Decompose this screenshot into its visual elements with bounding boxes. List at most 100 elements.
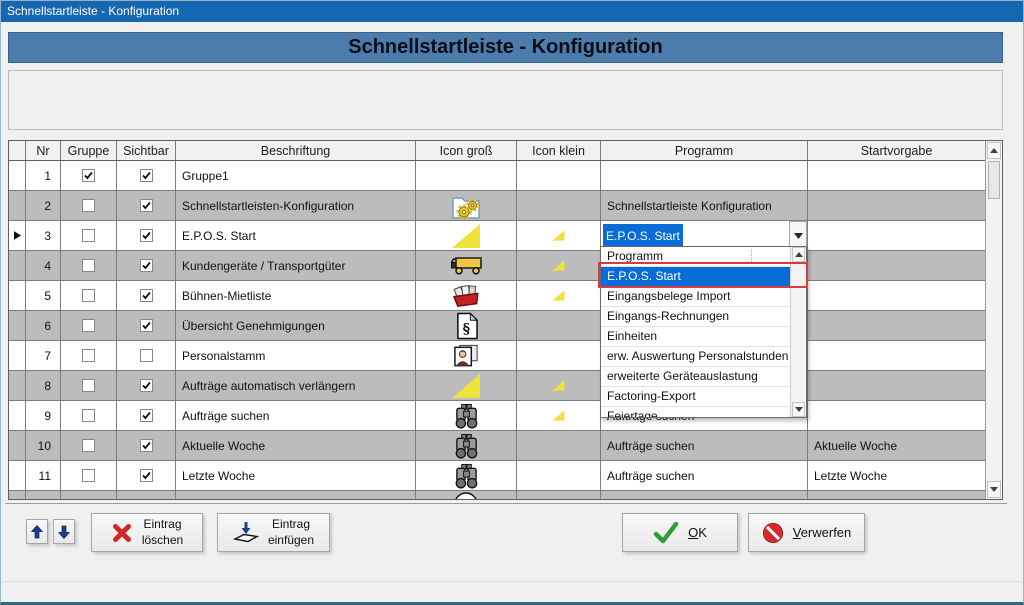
cell-icon-gross[interactable] (416, 251, 517, 280)
dropdown-item[interactable]: Feiertage (601, 406, 790, 417)
cell-icon-gross[interactable] (416, 281, 517, 310)
discard-button[interactable]: Verwerfen (748, 513, 865, 552)
sichtbar-checkbox[interactable] (140, 169, 153, 182)
column-header[interactable]: Nr (26, 141, 61, 160)
cell-startvorgabe[interactable] (808, 161, 985, 190)
table-row[interactable]: 10Aktuelle WocheAufträge suchenAktuelle … (9, 431, 985, 461)
row-selector[interactable] (9, 461, 26, 490)
cell-beschriftung[interactable]: Personalstamm (176, 341, 416, 370)
delete-entry-button[interactable]: Eintraglöschen (91, 513, 203, 552)
cell-beschriftung[interactable]: Gruppe1 (176, 161, 416, 190)
gruppe-checkbox[interactable] (82, 469, 95, 482)
table-scrollbar[interactable] (985, 141, 1002, 499)
cell-icon-gross[interactable] (416, 461, 517, 490)
cell-icon-gross[interactable] (416, 191, 517, 220)
cell-icon-klein[interactable] (517, 371, 601, 400)
cell-beschriftung[interactable]: Aufträge automatisch verlängern (176, 371, 416, 400)
row-selector[interactable] (9, 221, 26, 250)
dropdown-item[interactable]: Eingangs-Rechnungen (601, 306, 790, 326)
table-row[interactable]: 6Übersicht Genehmigungen§ (9, 311, 985, 341)
cell-icon-klein[interactable] (517, 401, 601, 430)
cell-beschriftung[interactable]: Letzte Woche (176, 461, 416, 490)
column-header[interactable]: Icon groß (416, 141, 517, 160)
dropdown-item[interactable]: Eingangsbelege Import (601, 286, 790, 306)
gruppe-checkbox[interactable] (82, 439, 95, 452)
dropdown-item[interactable]: erw. Auswertung Personalstunden (601, 346, 790, 366)
gruppe-checkbox[interactable] (82, 289, 95, 302)
sichtbar-checkbox[interactable] (140, 199, 153, 212)
column-header[interactable]: Programm (601, 141, 808, 160)
sichtbar-checkbox[interactable] (140, 259, 153, 272)
cell-startvorgabe[interactable] (808, 281, 985, 310)
cell-startvorgabe[interactable] (808, 311, 985, 340)
cell-beschriftung[interactable]: Aktuelle Woche (176, 431, 416, 460)
column-header[interactable]: Icon klein (517, 141, 601, 160)
cell-startvorgabe[interactable] (808, 341, 985, 370)
row-selector[interactable] (9, 341, 26, 370)
row-selector[interactable] (9, 371, 26, 400)
cell-icon-gross[interactable] (416, 371, 517, 400)
dropdown-item[interactable]: Programm (601, 247, 790, 266)
gruppe-checkbox[interactable] (82, 259, 95, 272)
cell-icon-gross[interactable] (416, 221, 517, 250)
cell-beschriftung[interactable]: Kundengeräte / Transportgüter (176, 251, 416, 280)
ok-button[interactable]: OK (622, 513, 738, 552)
move-up-button[interactable] (26, 519, 48, 544)
dropdown-scroll-up-button[interactable] (792, 247, 805, 262)
cell-beschriftung[interactable]: Aufträge suchen (176, 401, 416, 430)
dropdown-item[interactable]: erweiterte Geräteauslastung (601, 366, 790, 386)
row-selector[interactable] (9, 311, 26, 340)
gruppe-checkbox[interactable] (82, 229, 95, 242)
cell-startvorgabe[interactable] (808, 371, 985, 400)
cell-icon-klein[interactable] (517, 461, 601, 490)
sichtbar-checkbox[interactable] (140, 439, 153, 452)
insert-entry-button[interactable]: Eintrageinfügen (217, 513, 330, 552)
gruppe-checkbox[interactable] (82, 349, 95, 362)
cell-icon-klein[interactable] (517, 221, 601, 250)
sichtbar-checkbox[interactable] (140, 469, 153, 482)
cell-icon-gross[interactable] (416, 161, 517, 190)
cell-startvorgabe[interactable] (808, 251, 985, 280)
table-row[interactable]: 8Aufträge automatisch verlängern (9, 371, 985, 401)
cell-startvorgabe[interactable]: Letzte Woche (808, 461, 985, 490)
table-row[interactable]: 9Aufträge suchenAufträge suchen (9, 401, 985, 431)
table-row[interactable]: 7Personalstamm (9, 341, 985, 371)
gruppe-checkbox[interactable] (82, 379, 95, 392)
cell-icon-klein[interactable] (517, 251, 601, 280)
cell-icon-gross[interactable] (416, 341, 517, 370)
gruppe-checkbox[interactable] (82, 319, 95, 332)
cell-icon-klein[interactable] (517, 431, 601, 460)
cell-startvorgabe[interactable]: Aktuelle Woche (808, 431, 985, 460)
sichtbar-checkbox[interactable] (140, 379, 153, 392)
cell-programm[interactable]: Aufträge suchen (601, 461, 808, 490)
cell-beschriftung[interactable]: Bühnen-Mietliste (176, 281, 416, 310)
table-row[interactable]: 1Gruppe1 (9, 161, 985, 191)
table-row[interactable]: 11Letzte WocheAufträge suchenLetzte Woch… (9, 461, 985, 491)
row-selector[interactable] (9, 401, 26, 430)
dropdown-scrollbar[interactable] (790, 247, 806, 417)
cell-startvorgabe[interactable] (808, 401, 985, 430)
sichtbar-checkbox[interactable] (140, 409, 153, 422)
sichtbar-checkbox[interactable] (140, 289, 153, 302)
cell-startvorgabe[interactable] (808, 221, 985, 250)
cell-programm[interactable]: Schnellstartleiste Konfiguration (601, 191, 808, 220)
table-row[interactable]: 4Kundengeräte / Transportgüter (9, 251, 985, 281)
sichtbar-checkbox[interactable] (140, 319, 153, 332)
scrollbar-thumb[interactable] (988, 161, 1000, 199)
cell-startvorgabe[interactable] (808, 191, 985, 220)
gruppe-checkbox[interactable] (82, 199, 95, 212)
cell-icon-gross[interactable] (416, 401, 517, 430)
cell-icon-gross[interactable]: § (416, 311, 517, 340)
row-selector[interactable] (9, 281, 26, 310)
sichtbar-checkbox[interactable] (140, 349, 153, 362)
dropdown-scroll-down-button[interactable] (792, 402, 805, 417)
cell-beschriftung[interactable]: Übersicht Genehmigungen (176, 311, 416, 340)
dropdown-item[interactable]: Factoring-Export (601, 386, 790, 406)
column-header[interactable]: Gruppe (61, 141, 117, 160)
scroll-up-button[interactable] (987, 142, 1001, 159)
table-row[interactable]: 2Schnellstartleisten-KonfigurationSchnel… (9, 191, 985, 221)
column-header[interactable]: Beschriftung (176, 141, 416, 160)
cell-programm[interactable]: Aufträge suchen (601, 431, 808, 460)
window-titlebar[interactable]: Schnellstartleiste - Konfiguration (0, 0, 1024, 22)
cell-programm[interactable] (601, 161, 808, 190)
